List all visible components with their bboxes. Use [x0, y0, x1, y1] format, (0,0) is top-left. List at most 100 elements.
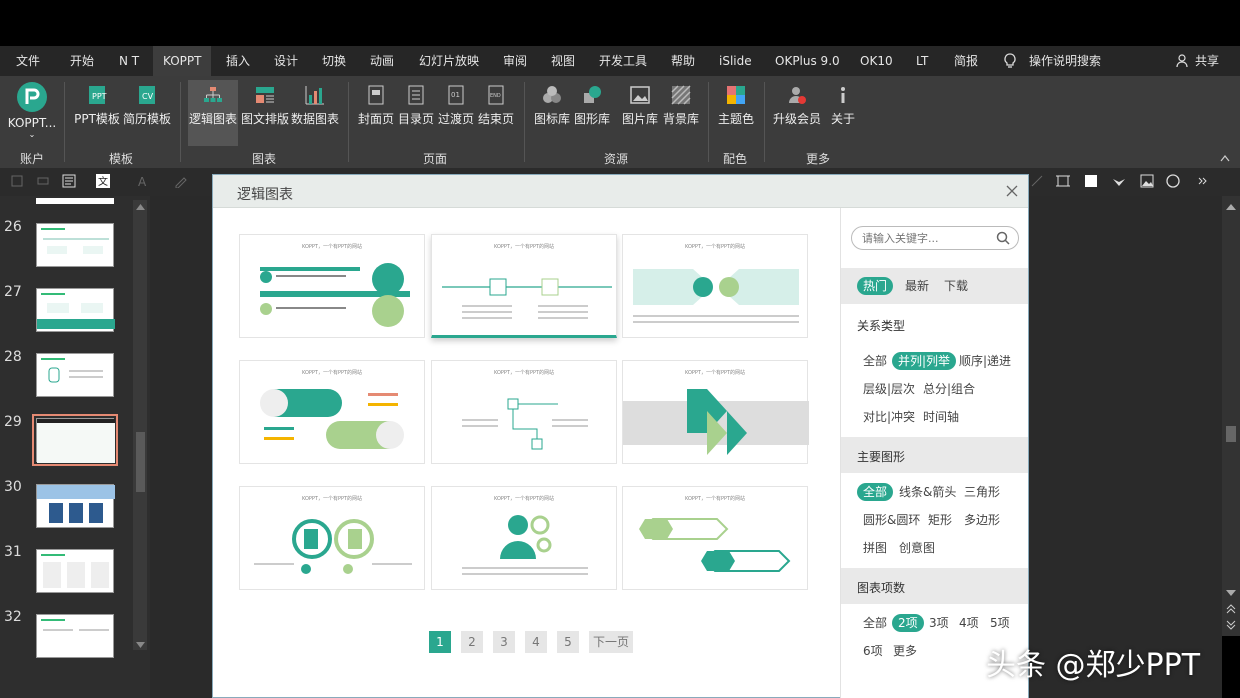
filter-relation-contrast[interactable]: 对比|冲突 [863, 408, 915, 426]
filter-shape-circle[interactable]: 圆形&圆环 [863, 511, 920, 529]
chart-template-card[interactable]: KOPPT，一个有PPT的网站 [431, 486, 617, 590]
filter-relation-composition[interactable]: 总分|组合 [923, 380, 975, 398]
menu-design[interactable]: 设计 [274, 46, 298, 76]
tool-icon[interactable] [1030, 174, 1044, 188]
menu-koppt[interactable]: KOPPT [153, 46, 212, 76]
theme-color-button[interactable]: 主题色 [714, 80, 758, 146]
end-page-button[interactable]: END 结束页 [476, 80, 516, 146]
about-button[interactable]: 关于 [826, 80, 860, 146]
text-box-icon[interactable] [62, 174, 76, 188]
picture-icon[interactable] [1140, 174, 1154, 188]
pen-icon[interactable] [174, 174, 188, 188]
previous-slide-icon[interactable] [1226, 604, 1236, 614]
toc-page-button[interactable]: 目录页 [396, 80, 436, 146]
menu-animation[interactable]: 动画 [370, 46, 394, 76]
filter-shape-triangle[interactable]: 三角形 [964, 483, 1000, 501]
chart-template-card[interactable]: KOPPT，一个有PPT的网站 [431, 360, 617, 464]
menu-ok10[interactable]: OK10 [860, 46, 893, 76]
next-page-button[interactable]: 下一页 [589, 631, 633, 653]
rectangle-fill-icon[interactable] [1084, 174, 1098, 188]
circle-icon[interactable] [1166, 174, 1180, 188]
chart-template-card[interactable]: KOPPT，一个有PPT的网站 [622, 486, 808, 590]
chart-template-card[interactable]: KOPPT，一个有PPT的网站 [239, 360, 425, 464]
filter-count-more[interactable]: 更多 [893, 642, 917, 660]
page-3-button[interactable]: 3 [493, 631, 515, 653]
image-library-button[interactable]: 图片库 [620, 80, 660, 146]
menu-slideshow[interactable]: 幻灯片放映 [419, 46, 479, 76]
slide-thumbnail-partial[interactable] [36, 198, 114, 204]
scroll-down-icon[interactable] [136, 642, 145, 648]
search-tell-me[interactable]: 操作说明搜索 [1029, 46, 1101, 76]
filter-count-all[interactable]: 全部 [863, 614, 887, 632]
menu-insert[interactable]: 插入 [226, 46, 250, 76]
slide-thumbnail[interactable] [36, 353, 114, 397]
menu-help[interactable]: 帮助 [671, 46, 695, 76]
slide-thumbnail[interactable] [36, 484, 115, 528]
filter-shape-puzzle[interactable]: 拼图 [863, 539, 887, 557]
slide-thumbnail-selected[interactable] [32, 414, 118, 466]
slide-thumbnail[interactable] [36, 223, 114, 267]
cover-page-button[interactable]: 封面页 [356, 80, 396, 146]
filter-shape-lines[interactable]: 线条&箭头 [899, 483, 956, 501]
thumbnail-scrollbar-thumb[interactable] [136, 432, 145, 492]
next-slide-icon[interactable] [1226, 620, 1236, 630]
tool-icon[interactable] [10, 174, 24, 188]
filter-relation-timeline[interactable]: 时间轴 [923, 408, 959, 426]
tool-icon[interactable] [36, 174, 50, 188]
slide-thumbnail[interactable] [36, 549, 114, 593]
filter-relation-hierarchy[interactable]: 层级|层次 [863, 380, 915, 398]
chart-template-card[interactable]: KOPPT，一个有PPT的网站 [239, 486, 425, 590]
page-2-button[interactable]: 2 [461, 631, 483, 653]
page-5-button[interactable]: 5 [557, 631, 579, 653]
data-chart-button[interactable]: 数据图表 [290, 80, 340, 146]
chart-template-card[interactable]: KOPPT，一个有PPT的网站 [622, 234, 808, 338]
editor-scrollbar[interactable] [1222, 196, 1240, 636]
tab-hot[interactable]: 热门 [857, 277, 894, 295]
background-library-button[interactable]: 背景库 [660, 80, 702, 146]
filter-relation-sequence[interactable]: 顺序|递进 [959, 352, 1011, 370]
menu-okplus[interactable]: OKPlus 9.0 [775, 46, 840, 76]
filter-count-6[interactable]: 6项 [863, 642, 883, 660]
shape-icon[interactable] [1112, 174, 1126, 188]
icon-library-button[interactable]: 图标库 [532, 80, 572, 146]
menu-view[interactable]: 视图 [551, 46, 575, 76]
logic-chart-button[interactable]: 逻辑图表 [188, 80, 238, 146]
close-icon[interactable] [1006, 185, 1018, 197]
slide-thumbnail[interactable] [36, 614, 114, 658]
filter-shape-all[interactable]: 全部 [857, 483, 894, 501]
collapse-ribbon-icon[interactable] [1220, 154, 1230, 162]
menu-home[interactable]: 开始 [70, 46, 94, 76]
chart-template-card[interactable]: KOPPT，一个有PPT的网站 [622, 360, 809, 464]
filter-shape-polygon[interactable]: 多边形 [964, 511, 1000, 529]
page-4-button[interactable]: 4 [525, 631, 547, 653]
text-layout-button[interactable]: 图文排版 [240, 80, 290, 146]
filter-count-4[interactable]: 4项 [959, 614, 979, 632]
ppt-template-button[interactable]: PPT PPT模板 [72, 80, 122, 146]
filter-shape-creative[interactable]: 创意图 [899, 539, 935, 557]
shape-library-button[interactable]: 图形库 [572, 80, 612, 146]
filter-count-5[interactable]: 5项 [990, 614, 1010, 632]
menu-transition[interactable]: 切换 [322, 46, 346, 76]
scroll-up-icon[interactable] [1226, 204, 1236, 210]
chart-template-card[interactable]: KOPPT，一个有PPT的网站 [239, 234, 425, 338]
search-icon[interactable] [996, 231, 1010, 245]
tab-latest[interactable]: 最新 [905, 277, 929, 295]
text-direction-icon[interactable]: 文 [96, 174, 110, 188]
more-icon[interactable] [1196, 174, 1210, 188]
tab-download[interactable]: 下载 [944, 277, 968, 295]
thumbnail-scrollbar[interactable] [133, 200, 147, 650]
filter-count-2[interactable]: 2项 [892, 614, 924, 632]
filter-shape-rectangle[interactable]: 矩形 [928, 511, 952, 529]
crop-icon[interactable] [1056, 174, 1070, 188]
transition-page-button[interactable]: 01 过渡页 [436, 80, 476, 146]
editor-scrollbar-thumb[interactable] [1226, 426, 1236, 442]
menu-file[interactable]: 文件 [16, 46, 40, 76]
menu-developer[interactable]: 开发工具 [599, 46, 647, 76]
resume-template-button[interactable]: CV 简历模板 [122, 80, 172, 146]
filter-relation-parallel[interactable]: 并列|列举 [892, 352, 957, 370]
font-color-icon[interactable]: A [136, 174, 150, 188]
slide-thumbnail[interactable] [36, 288, 115, 332]
menu-islide[interactable]: iSlide [719, 46, 752, 76]
share-button[interactable]: 共享 [1195, 46, 1219, 76]
scroll-down-icon[interactable] [1226, 590, 1236, 596]
